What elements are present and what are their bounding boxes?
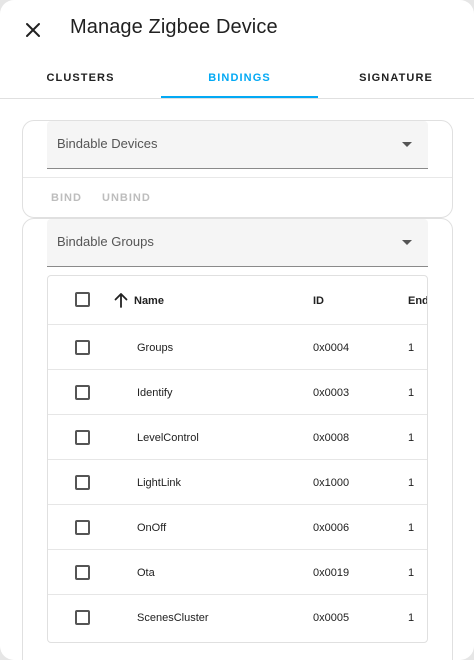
- cell-name: ScenesCluster: [137, 612, 209, 624]
- manage-zigbee-device-dialog: Manage Zigbee Device CLUSTERS BINDINGS S…: [0, 0, 474, 660]
- tab-signature[interactable]: SIGNATURE: [318, 58, 474, 98]
- dropdown-arrow-icon: [402, 240, 412, 245]
- row-checkbox[interactable]: [75, 430, 90, 445]
- table-row[interactable]: LightLink 0x1000 1: [48, 460, 427, 505]
- dialog-title: Manage Zigbee Device: [70, 16, 278, 38]
- cell-endpoint: 1: [408, 612, 415, 624]
- table-row[interactable]: Identify 0x0003 1: [48, 370, 427, 415]
- cell-name: LightLink: [137, 477, 182, 489]
- cell-endpoint: 1: [408, 387, 415, 399]
- cell-name: Identify: [137, 387, 173, 399]
- table-row[interactable]: LevelControl 0x0008 1: [48, 415, 427, 460]
- arrow-up-icon[interactable]: [114, 292, 128, 308]
- cell-id: 0x0019: [313, 567, 350, 579]
- close-button[interactable]: [16, 13, 50, 47]
- bind-button[interactable]: BIND: [51, 192, 82, 204]
- row-checkbox[interactable]: [75, 340, 90, 355]
- row-checkbox[interactable]: [75, 520, 90, 535]
- cell-id: 0x0008: [313, 432, 350, 444]
- dialog-header: Manage Zigbee Device: [0, 0, 474, 58]
- column-header-name[interactable]: Name: [134, 295, 164, 307]
- bindable-groups-card: Bindable Groups Name ID End… Groups 0x00…: [22, 218, 453, 660]
- table-row[interactable]: Groups 0x0004 1: [48, 325, 427, 370]
- bindable-groups-label: Bindable Groups: [57, 234, 154, 249]
- cell-endpoint: 1: [408, 477, 415, 489]
- bindable-devices-label: Bindable Devices: [57, 136, 158, 151]
- close-icon: [26, 23, 40, 37]
- tab-bindings[interactable]: BINDINGS: [161, 58, 318, 98]
- cell-name: OnOff: [137, 522, 167, 534]
- card-actions: BIND UNBIND: [23, 177, 452, 217]
- row-checkbox[interactable]: [75, 610, 90, 625]
- table-row[interactable]: Ota 0x0019 1: [48, 550, 427, 595]
- bindable-groups-select[interactable]: Bindable Groups: [47, 219, 428, 267]
- cell-id: 0x1000: [313, 477, 350, 489]
- bindable-devices-card: Bindable Devices BIND UNBIND: [22, 120, 453, 218]
- column-header-endpoint[interactable]: End…: [408, 295, 427, 307]
- cell-id: 0x0003: [313, 387, 350, 399]
- cell-name: LevelControl: [137, 432, 199, 444]
- tab-clusters[interactable]: CLUSTERS: [0, 58, 161, 98]
- cell-endpoint: 1: [408, 567, 415, 579]
- dropdown-arrow-icon: [402, 142, 412, 147]
- cell-id: 0x0005: [313, 612, 350, 624]
- cell-name: Ota: [137, 567, 155, 579]
- cell-name: Groups: [137, 342, 174, 354]
- table-header-row: Name ID End…: [48, 276, 427, 325]
- row-checkbox[interactable]: [75, 385, 90, 400]
- row-checkbox[interactable]: [75, 475, 90, 490]
- select-all-checkbox[interactable]: [75, 292, 90, 307]
- cell-endpoint: 1: [408, 432, 415, 444]
- cell-id: 0x0006: [313, 522, 350, 534]
- column-header-id[interactable]: ID: [313, 295, 324, 307]
- table-row[interactable]: ScenesCluster 0x0005 1: [48, 595, 427, 640]
- active-tab-indicator: [161, 96, 318, 98]
- cell-endpoint: 1: [408, 342, 415, 354]
- table-row[interactable]: OnOff 0x0006 1: [48, 505, 427, 550]
- row-checkbox[interactable]: [75, 565, 90, 580]
- tab-bar: CLUSTERS BINDINGS SIGNATURE: [0, 58, 474, 99]
- cell-endpoint: 1: [408, 522, 415, 534]
- unbind-button[interactable]: UNBIND: [102, 192, 151, 204]
- bindable-devices-select[interactable]: Bindable Devices: [47, 121, 428, 169]
- cell-id: 0x0004: [313, 342, 350, 354]
- clusters-table: Name ID End… Groups 0x0004 1 Identify 0x…: [47, 275, 428, 643]
